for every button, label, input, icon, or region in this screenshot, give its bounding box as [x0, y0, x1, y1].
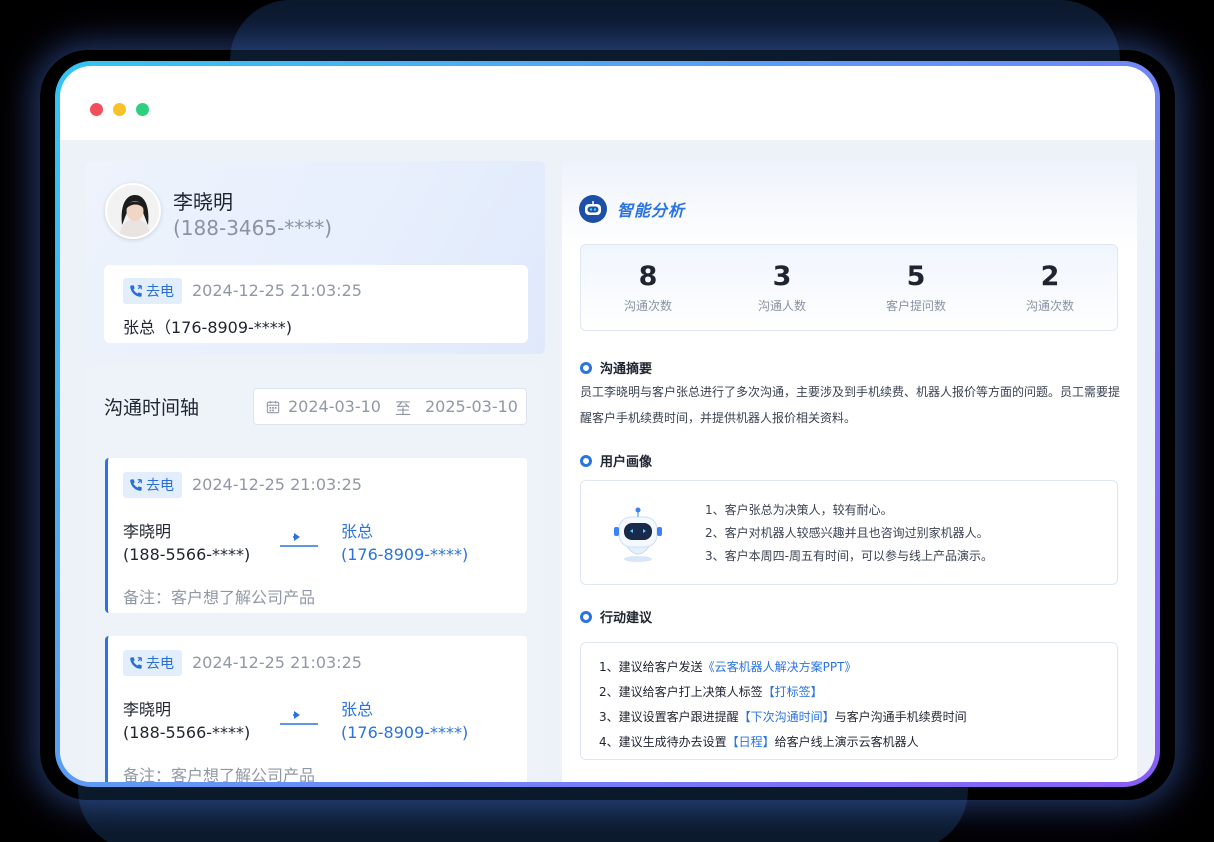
action-link[interactable]: 《云客机器人解决方案PPT》: [703, 660, 857, 674]
close-window-button[interactable]: [90, 103, 103, 116]
call-type-label: 去电: [146, 656, 174, 672]
robot-icon: [614, 507, 662, 562]
portrait-title: 用户画像: [600, 455, 653, 470]
stat-item: 3 沟通人数: [715, 245, 849, 330]
summary-heading: 沟通摘要: [580, 358, 652, 377]
stat-item: 5 客户提问数: [849, 245, 983, 330]
app-window: 李晓明 (188-3465-****) 去电 2024-12-25 21:03:…: [55, 61, 1160, 787]
call-time: 2024-12-25 21:03:25: [192, 475, 362, 494]
action-link[interactable]: 【日程】: [727, 735, 775, 749]
actions-heading: 行动建议: [580, 607, 652, 626]
stat-label: 沟通次数: [1025, 299, 1074, 313]
stats-panel: 8 沟通次数 3 沟通人数 5 客户提问数 2 沟通次数: [580, 244, 1118, 331]
analysis-panel: 智能分析 8 沟通次数 3 沟通人数 5 客户提问数 2 沟通次数 沟通摘要 员…: [562, 161, 1137, 782]
profile-phone: (188-3465-****): [173, 216, 333, 240]
action-link[interactable]: 【下次沟通时间】: [739, 710, 835, 724]
action-item: 3、建议设置客户跟进提醒【下次沟通时间】与客户沟通手机续费时间: [599, 705, 1117, 730]
robot-icon: [579, 195, 607, 223]
portrait-line: 1、客户张总为决策人，较有耐心。: [705, 503, 893, 517]
arrow-right-icon: [280, 711, 318, 725]
callee-name[interactable]: 张总: [341, 696, 373, 720]
date-from[interactable]: 2024-03-10: [288, 397, 381, 416]
record-note: 备注：客户想了解公司产品: [123, 766, 316, 782]
summary-text: 员工李晓明与客户张总进行了多次沟通，主要涉及到手机续费、机器人报价等方面的问题。…: [580, 385, 1121, 425]
action-suffix: 与客户沟通手机续费时间: [834, 710, 967, 724]
call-type-badge: 去电: [123, 278, 182, 304]
action-item: 4、建议生成待办去设置【日程】给客户线上演示云客机器人: [599, 730, 1117, 755]
stat-value: 5: [906, 261, 926, 292]
portrait-lines: 1、客户张总为决策人，较有耐心。 2、客户对机器人较感兴趣并且也咨询过别家机器人…: [705, 499, 993, 568]
call-time: 2024-12-25 21:03:25: [192, 281, 362, 300]
timeline-panel: 沟通时间轴 2024-03-10 至 2025-03-10 去电 2024-12…: [85, 366, 545, 782]
titlebar: [60, 66, 1155, 140]
caller-name: 李晓明: [123, 700, 172, 719]
portrait-line: 3、客户本周四-周五有时间，可以参与线上产品演示。: [705, 549, 993, 563]
action-item: 1、建议给客户发送《云客机器人解决方案PPT》: [599, 655, 1117, 680]
record-note: 备注：客户想了解公司产品: [123, 588, 316, 607]
phone-icon: [130, 479, 142, 491]
date-range-picker[interactable]: 2024-03-10 至 2025-03-10: [253, 388, 527, 425]
portrait-box: 1、客户张总为决策人，较有耐心。 2、客户对机器人较感兴趣并且也咨询过别家机器人…: [580, 480, 1118, 585]
stat-item: 2 沟通次数: [983, 245, 1117, 330]
action-link[interactable]: 【打标签】: [763, 685, 823, 699]
phone-icon: [130, 657, 142, 669]
summary-title: 沟通摘要: [600, 362, 653, 377]
call-type-badge: 去电: [123, 650, 182, 676]
caller-phone: (188-5566-****): [123, 723, 251, 742]
actions-box: 1、建议给客户发送《云客机器人解决方案PPT》 2、建议给客户打上决策人标签【打…: [580, 642, 1118, 760]
call-type-badge: 去电: [123, 472, 182, 498]
avatar: [105, 183, 161, 239]
latest-call[interactable]: 去电 2024-12-25 21:03:25 张总（176-8909-****): [104, 265, 528, 343]
analysis-title: 智能分析: [617, 201, 686, 220]
stat-value: 2: [1040, 261, 1060, 292]
caller-phone: (188-5566-****): [123, 545, 251, 564]
stat-label: 沟通人数: [757, 299, 806, 313]
call-type-label: 去电: [146, 478, 174, 494]
calendar-icon: [266, 400, 280, 413]
bullet-icon: [580, 454, 592, 467]
caller-name: 李晓明: [123, 522, 172, 541]
phone-icon: [130, 285, 142, 297]
timeline-record[interactable]: 去电 2024-12-25 21:03:25 李晓明 (188-5566-***…: [105, 636, 527, 782]
window-body: 李晓明 (188-3465-****) 去电 2024-12-25 21:03:…: [60, 66, 1155, 782]
bullet-icon: [580, 361, 592, 374]
callee: 张总（176-8909-****): [123, 318, 293, 337]
stat-label: 客户提问数: [885, 299, 946, 313]
action-suffix: 给客户线上演示云客机器人: [774, 735, 919, 749]
call-type-label: 去电: [146, 284, 174, 300]
actions-title: 行动建议: [600, 611, 653, 626]
timeline-record[interactable]: 去电 2024-12-25 21:03:25 李晓明 (188-5566-***…: [105, 458, 527, 613]
stat-value: 8: [638, 261, 658, 292]
stat-value: 3: [772, 261, 792, 292]
date-to[interactable]: 2025-03-10: [425, 397, 518, 416]
content-area: 李晓明 (188-3465-****) 去电 2024-12-25 21:03:…: [60, 140, 1155, 782]
callee-phone[interactable]: (176-8909-****): [341, 723, 468, 742]
action-text: 1、建议给客户发送: [599, 660, 703, 674]
action-text: 3、建议设置客户跟进提醒: [599, 710, 739, 724]
date-separator: 至: [394, 398, 411, 418]
arrow-right-icon: [280, 533, 318, 547]
stat-item: 8 沟通次数: [581, 245, 715, 330]
maximize-window-button[interactable]: [136, 103, 149, 116]
analysis-header: 智能分析: [579, 195, 685, 223]
profile-card: 李晓明 (188-3465-****) 去电 2024-12-25 21:03:…: [85, 161, 545, 354]
call-time: 2024-12-25 21:03:25: [192, 653, 362, 672]
callee-name[interactable]: 张总: [341, 518, 373, 542]
timeline-title: 沟通时间轴: [104, 397, 200, 419]
action-text: 2、建议给客户打上决策人标签: [599, 685, 763, 699]
action-text: 4、建议生成待办去设置: [599, 735, 727, 749]
portrait-line: 2、客户对机器人较感兴趣并且也咨询过别家机器人。: [705, 526, 989, 540]
bullet-icon: [580, 610, 592, 623]
minimize-window-button[interactable]: [113, 103, 126, 116]
callee-phone[interactable]: (176-8909-****): [341, 545, 468, 564]
portrait-heading: 用户画像: [580, 451, 652, 470]
action-item: 2、建议给客户打上决策人标签【打标签】: [599, 680, 1117, 705]
profile-name: 李晓明: [173, 190, 233, 214]
stat-label: 沟通次数: [623, 299, 672, 313]
